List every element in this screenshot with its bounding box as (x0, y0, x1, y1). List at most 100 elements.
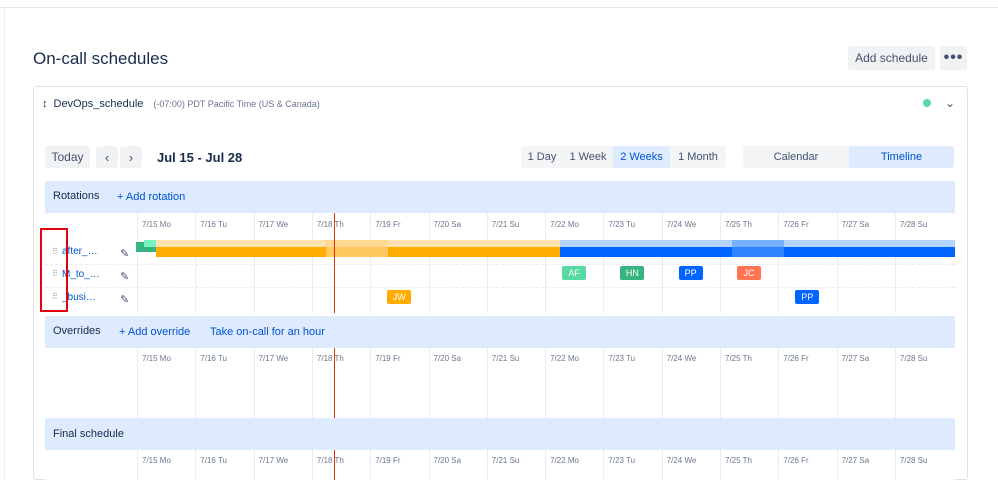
day-column-divider (894, 348, 896, 418)
day-column-divider (137, 348, 138, 418)
day-column-divider (894, 213, 896, 313)
assignee-badge[interactable]: JW (387, 290, 412, 304)
day-label: 7/16 Tu (200, 220, 227, 229)
edit-pencil-icon[interactable]: ✎ (120, 247, 129, 260)
span-selector: 1 Day 1 Week 2 Weeks 1 Month (521, 146, 726, 168)
rotation-label[interactable]: _busi… (62, 292, 106, 303)
day-label: 7/21 Su (491, 456, 520, 465)
day-column-divider (195, 450, 197, 480)
top-divider (0, 0, 998, 8)
day-column-divider (253, 348, 255, 418)
assignee-badge[interactable]: PP (795, 290, 820, 304)
overrides-title: Overrides (53, 325, 101, 337)
schedule-timezone: (-07:00) PDT Pacific Time (US & Canada) (153, 99, 320, 109)
day-column-divider (894, 450, 896, 480)
view-selector: Calendar Timeline (743, 146, 954, 168)
day-label: 7/15 Mo (142, 220, 171, 229)
day-column-divider (836, 450, 838, 480)
day-label: 7/23 Tu (608, 354, 636, 363)
row-divider (45, 264, 955, 265)
edit-pencil-icon[interactable]: ✎ (120, 293, 129, 306)
current-time-line (334, 213, 335, 313)
view-calendar[interactable]: Calendar (743, 146, 849, 168)
add-override-link[interactable]: + Add override (119, 326, 190, 338)
day-label: 7/20 Sa (433, 456, 462, 465)
add-rotation-link[interactable]: + Add rotation (117, 191, 185, 203)
day-label: 7/16 Tu (200, 354, 227, 363)
span-1-month[interactable]: 1 Month (670, 146, 726, 168)
day-column-divider (195, 348, 197, 418)
edit-pencil-icon[interactable]: ✎ (120, 270, 129, 283)
day-label: 7/21 Su (491, 220, 520, 229)
take-oncall-link[interactable]: Take on-call for an hour (210, 326, 325, 338)
day-label: 7/26 Fr (783, 220, 809, 229)
assignee-badge[interactable]: HN (620, 266, 645, 280)
date-range: Jul 15 - Jul 28 (157, 150, 243, 165)
span-1-day[interactable]: 1 Day (521, 146, 563, 168)
day-column-divider (778, 450, 780, 480)
assignee-badge[interactable]: PP (678, 266, 703, 280)
day-label: 7/17 We (258, 220, 289, 229)
day-label: 7/27 Sa (841, 456, 870, 465)
view-timeline[interactable]: Timeline (849, 146, 954, 168)
day-label: 7/27 Sa (841, 354, 870, 363)
rotation-bar-segment (732, 240, 784, 257)
span-2-weeks[interactable]: 2 Weeks (613, 146, 670, 168)
day-column-divider (661, 348, 663, 418)
day-label: 7/25 Th (725, 220, 752, 229)
day-column-divider (603, 450, 605, 480)
day-label: 7/15 Mo (142, 354, 171, 363)
day-label: 7/26 Fr (783, 456, 809, 465)
today-button[interactable]: Today (45, 146, 90, 168)
day-column-divider (720, 450, 721, 480)
day-label: 7/22 Mo (550, 354, 579, 363)
day-column-divider (486, 348, 488, 418)
span-1-week[interactable]: 1 Week (563, 146, 613, 168)
day-column-divider (836, 348, 838, 418)
rotation-label[interactable]: after_… (62, 246, 106, 257)
left-divider (4, 8, 5, 480)
status-dot (923, 99, 931, 107)
chevron-down-icon[interactable]: ⌄ (945, 96, 955, 110)
day-label: 7/19 Fr (375, 456, 401, 465)
previous-button[interactable]: ‹ (96, 146, 118, 168)
day-column-divider (428, 450, 430, 480)
day-label: 7/15 Mo (142, 456, 171, 465)
more-actions-button[interactable]: ••• (940, 46, 967, 70)
day-label: 7/20 Sa (433, 220, 462, 229)
day-column-divider (370, 348, 372, 418)
day-label: 7/22 Mo (550, 456, 579, 465)
row-divider (45, 287, 955, 288)
assignee-badge[interactable]: JC (737, 266, 761, 280)
day-label: 7/17 We (258, 354, 289, 363)
day-column-divider (603, 348, 605, 418)
day-column-divider (253, 213, 255, 313)
add-schedule-button[interactable]: Add schedule (848, 46, 935, 70)
day-label: 7/19 Fr (375, 220, 401, 229)
day-column-divider (311, 213, 313, 313)
expand-icon[interactable]: ↕ (42, 98, 48, 110)
day-label: 7/27 Sa (841, 220, 870, 229)
day-column-divider (311, 348, 313, 418)
day-column-divider (778, 213, 780, 313)
day-label: 7/24 We (666, 220, 697, 229)
schedule-name: DevOps_schedule (53, 98, 144, 110)
current-time-line (334, 348, 335, 418)
day-column-divider (370, 450, 372, 480)
final-schedule-title: Final schedule (53, 428, 124, 440)
day-label: 7/28 Su (899, 456, 928, 465)
rotation-label[interactable]: M_to_… (62, 269, 106, 280)
rotation-bar-segment (326, 240, 388, 257)
day-column-divider (720, 348, 721, 418)
day-label: 7/20 Sa (433, 354, 462, 363)
next-button[interactable]: › (120, 146, 142, 168)
day-column-divider (486, 213, 488, 313)
schedule-header[interactable]: ↕ DevOps_schedule (-07:00) PDT Pacific T… (42, 98, 320, 110)
assignee-badge[interactable]: AF (562, 266, 587, 280)
day-label: 7/24 We (666, 354, 697, 363)
day-column-divider (720, 213, 721, 313)
day-label: 7/16 Tu (200, 456, 227, 465)
day-column-divider (195, 213, 197, 313)
day-column-divider (311, 450, 313, 480)
day-column-divider (661, 450, 663, 480)
